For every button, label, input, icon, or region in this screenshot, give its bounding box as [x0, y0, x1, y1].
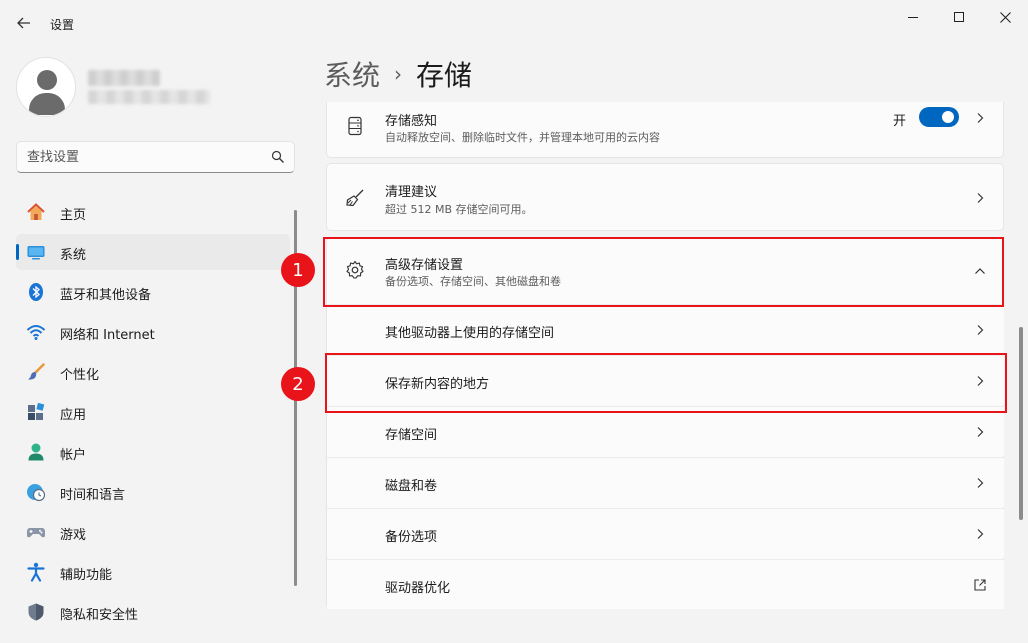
sidebar-item-home[interactable]: 主页	[16, 194, 290, 230]
search-box	[16, 141, 295, 173]
list-item-drive-optimization[interactable]: 驱动器优化	[327, 559, 1004, 609]
sidebar-item-label: 帐户	[60, 448, 87, 463]
list-item-label: 备份选项	[385, 530, 438, 545]
chevron-right-icon	[977, 478, 984, 488]
maximize-icon	[954, 12, 964, 22]
brush-icon	[28, 363, 45, 380]
clock-globe-icon	[27, 484, 46, 502]
list-item-label: 磁盘和卷	[385, 479, 438, 494]
breadcrumb-parent[interactable]: 系统	[324, 54, 380, 94]
storage-sense-toggle[interactable]	[919, 107, 959, 127]
wifi-icon	[26, 325, 46, 340]
sidebar-item-privacy[interactable]: 隐私和安全性	[16, 594, 290, 630]
content-scrollbar[interactable]	[1019, 327, 1023, 520]
home-icon	[27, 203, 45, 220]
broom-icon	[346, 189, 364, 207]
sidebar-item-personalization[interactable]: 个性化	[16, 354, 290, 390]
chevron-right-icon	[977, 113, 984, 123]
sidebar-item-accessibility[interactable]: 辅助功能	[16, 554, 290, 590]
storage-sense-toggle-label: 开	[893, 114, 907, 129]
page-title: 存储	[416, 59, 473, 92]
storage-sense-title: 存储感知	[385, 114, 438, 129]
sidebar-item-system[interactable]: 系统	[16, 234, 290, 270]
apps-icon	[28, 402, 45, 420]
list-item-label: 存储空间	[385, 428, 438, 443]
account-icon	[28, 443, 44, 461]
sidebar-item-label: 应用	[60, 408, 87, 423]
avatar-body-shape	[29, 93, 65, 115]
accessibility-icon	[27, 562, 45, 582]
maximize-button[interactable]	[936, 4, 982, 30]
list-item-backup-options[interactable]: 备份选项	[327, 508, 1004, 558]
gamepad-icon	[27, 528, 45, 538]
search-input[interactable]	[27, 148, 257, 166]
sidebar-item-bluetooth[interactable]: 蓝牙和其他设备	[16, 274, 290, 310]
sidebar-item-time-language[interactable]: 时间和语言	[16, 474, 290, 510]
sidebar-item-label: 主页	[60, 208, 87, 223]
list-item-storage-spaces[interactable]: 存储空间	[327, 406, 1004, 456]
sidebar-item-label: 游戏	[60, 528, 87, 543]
storage-sense-card[interactable]: 存储感知 自动释放空间、删除临时文件，并管理本地可用的云内容 开	[326, 102, 1004, 158]
chevron-right-icon	[977, 427, 984, 437]
list-item-label: 驱动器优化	[385, 581, 451, 596]
sidebar-item-label: 网络和 Internet	[60, 328, 155, 343]
minimize-icon	[908, 16, 918, 18]
app-title: 设置	[50, 18, 75, 32]
chevron-right-icon	[977, 193, 984, 203]
breadcrumb: 系统 › 存储	[324, 54, 472, 94]
search-icon[interactable]	[271, 150, 285, 164]
user-name-blurred	[88, 70, 160, 86]
bluetooth-icon	[29, 283, 43, 301]
back-button[interactable]	[12, 10, 36, 36]
minimize-button[interactable]	[890, 4, 936, 30]
avatar-head-shape	[37, 70, 57, 90]
breadcrumb-separator: ›	[394, 62, 403, 86]
cleanup-title: 清理建议	[385, 185, 438, 200]
sidebar-item-network[interactable]: 网络和 Internet	[16, 314, 290, 350]
avatar[interactable]	[16, 57, 76, 117]
sidebar-nav: 主页 系统 蓝牙和其他设备 网络和 Internet 个性化 应用 帐户 时间和…	[16, 194, 290, 634]
chevron-right-icon	[977, 325, 984, 335]
close-icon	[999, 11, 1011, 23]
cleanup-desc: 超过 512 MB 存储空间可用。	[385, 203, 533, 216]
step-badge-2: 2	[281, 367, 315, 401]
open-external-icon	[974, 579, 986, 591]
list-item-disks-volumes[interactable]: 磁盘和卷	[327, 457, 1004, 507]
sidebar-item-label: 隐私和安全性	[60, 608, 139, 623]
sidebar-item-label: 蓝牙和其他设备	[60, 288, 152, 303]
storage-drive-icon	[348, 116, 362, 136]
sidebar-item-apps[interactable]: 应用	[16, 394, 290, 430]
step-badge-1: 1	[281, 253, 315, 287]
highlight-box-advanced-storage	[323, 237, 1004, 307]
user-email-blurred	[88, 90, 210, 104]
sidebar-item-label: 时间和语言	[60, 488, 126, 503]
sidebar-item-accounts[interactable]: 帐户	[16, 434, 290, 470]
close-button[interactable]	[982, 4, 1028, 30]
chevron-right-icon	[977, 529, 984, 539]
toggle-knob	[942, 111, 954, 123]
storage-sense-desc: 自动释放空间、删除临时文件，并管理本地可用的云内容	[385, 131, 660, 144]
title-bar: 设置	[0, 0, 1028, 46]
shield-icon	[28, 603, 44, 621]
sidebar-item-label: 辅助功能	[60, 568, 113, 583]
system-icon	[27, 246, 45, 260]
sidebar-item-label: 系统	[60, 248, 87, 263]
sidebar-item-gaming[interactable]: 游戏	[16, 514, 290, 550]
sidebar-item-label: 个性化	[60, 368, 100, 383]
back-arrow-icon	[17, 17, 30, 29]
highlight-box-save-locations	[325, 353, 1007, 413]
list-item-label: 其他驱动器上使用的存储空间	[385, 326, 555, 341]
list-item-other-drives[interactable]: 其他驱动器上使用的存储空间	[327, 304, 1004, 354]
cleanup-recommendations-card[interactable]: 清理建议 超过 512 MB 存储空间可用。	[326, 163, 1004, 231]
